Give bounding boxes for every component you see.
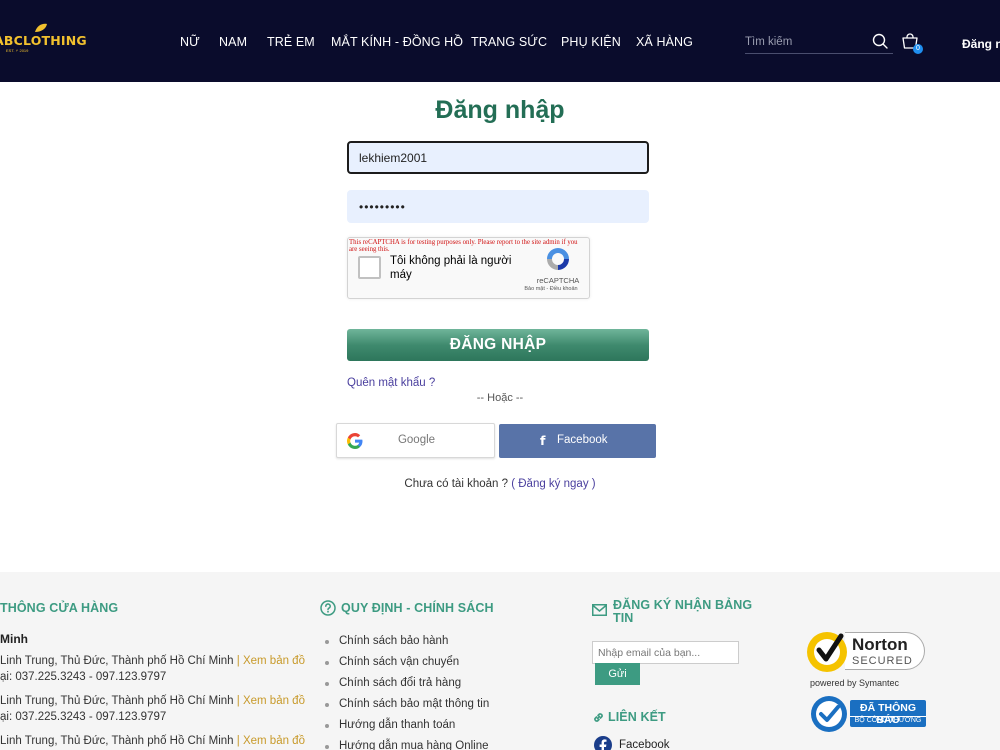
store-info-title: THÔNG CỬA HÀNG	[0, 601, 119, 615]
list-bullet	[325, 682, 329, 686]
store-address: Linh Trung, Thủ Đức, Thành phố Hồ Chí Mi…	[0, 655, 234, 667]
nav-item-nu[interactable]: NỮ	[180, 35, 200, 49]
google-login-label: Google	[397, 434, 436, 446]
norton-secured-text: SECURED	[852, 655, 913, 667]
policy-link-shipping[interactable]: Chính sách vận chuyển	[325, 656, 489, 677]
logo-text: ABCLOTHING	[0, 33, 87, 48]
policy-link-online-order[interactable]: Hướng dẫn mua hàng Online	[325, 740, 489, 750]
register-prompt: Chưa có tài khoản ? ( Đăng ký ngay )	[0, 478, 1000, 490]
envelope-icon	[592, 604, 607, 616]
recaptcha-label: Tôi không phải là người máy	[390, 255, 512, 281]
store-city: Minh	[0, 632, 28, 646]
nav-item-phu-kien[interactable]: PHỤ KIỆN	[561, 35, 621, 49]
facebook-login-button[interactable]: f Facebook	[499, 424, 656, 458]
recaptcha-logo-icon	[547, 248, 569, 270]
recaptcha-widget: This reCAPTCHA is for testing purposes o…	[347, 237, 590, 299]
site-logo[interactable]: ABCLOTHING EST. ⚡ 2019	[0, 23, 94, 62]
norton-name: Norton	[852, 635, 908, 654]
bct-banner: ĐÃ THÔNG BÁO BỘ CÔNG THƯƠNG	[850, 700, 926, 727]
logo-subtext: EST. ⚡ 2019	[6, 48, 29, 53]
nav-item-trang-suc[interactable]: TRANG SỨC	[471, 35, 547, 49]
nav-item-nam[interactable]: NAM	[219, 35, 247, 49]
nav-item-mat-kinh-dong-ho[interactable]: MẮT KÍNH - ĐỒNG HỒ	[331, 35, 463, 49]
norton-powered-by: powered by Symantec	[810, 678, 900, 688]
view-map-link[interactable]: | Xem bản đồ	[237, 695, 305, 707]
list-bullet	[325, 640, 329, 644]
norton-name-box: Norton SECURED	[845, 632, 925, 670]
site-header: ABCLOTHING EST. ⚡ 2019 NỮ NAM TRẺ EM MẮT…	[0, 0, 1000, 82]
newsletter-email-field[interactable]	[592, 641, 739, 664]
nav-item-tre-em[interactable]: TRẺ EM	[267, 35, 315, 49]
bct-sub-text: BỘ CÔNG THƯƠNG	[850, 716, 926, 724]
header-login-link[interactable]: Đăng n	[962, 37, 1000, 51]
cart-count-badge: 0	[913, 44, 923, 54]
policy-title: QUY ĐỊNH - CHÍNH SÁCH	[341, 601, 494, 615]
no-account-text: Chưa có tài khoản ?	[404, 478, 509, 490]
search-bar	[745, 30, 893, 54]
store-address-row: Linh Trung, Thủ Đức, Thành phố Hồ Chí Mi…	[0, 695, 305, 707]
bo-cong-thuong-badge[interactable]: ĐÃ THÔNG BÁO BỘ CÔNG THƯƠNG	[810, 695, 928, 733]
search-input[interactable]	[745, 33, 865, 51]
google-login-button[interactable]: Google	[336, 423, 495, 458]
leaf-icon	[35, 23, 47, 32]
facebook-footer-link[interactable]: Facebook	[619, 739, 670, 750]
site-footer: THÔNG CỬA HÀNG Minh Linh Trung, Thủ Đức,…	[0, 572, 1000, 750]
register-link[interactable]: ( Đăng ký ngay )	[511, 478, 595, 490]
norton-secured-badge[interactable]: Norton SECURED powered by Symantec	[805, 626, 927, 690]
store-phone: ại: 037.225.3243 - 097.123.9797	[0, 671, 167, 683]
view-map-link[interactable]: | Xem bản đồ	[237, 735, 305, 747]
list-bullet	[325, 703, 329, 707]
username-field[interactable]	[347, 141, 649, 174]
store-phone: ại: 037.225.3243 - 097.123.9797	[0, 711, 167, 723]
store-address: Linh Trung, Thủ Đức, Thành phố Hồ Chí Mi…	[0, 695, 234, 707]
newsletter-title: ĐĂNG KÝ NHẬN BẢNG TIN	[613, 598, 753, 625]
certified-check-icon	[811, 696, 847, 732]
recaptcha-brand: reCAPTCHA	[536, 276, 580, 285]
store-address-row: Linh Trung, Thủ Đức, Thành phố Hồ Chí Mi…	[0, 655, 305, 667]
question-circle-icon	[320, 600, 336, 616]
policy-link-warranty[interactable]: Chính sách bảo hành	[325, 635, 489, 656]
list-bullet	[325, 724, 329, 728]
policy-list: Chính sách bảo hành Chính sách vận chuyể…	[325, 635, 489, 750]
policy-link-returns[interactable]: Chính sách đổi trả hàng	[325, 677, 489, 698]
search-icon[interactable]	[872, 33, 888, 49]
recaptcha-checkbox[interactable]	[358, 256, 381, 279]
link-icon	[594, 713, 603, 722]
facebook-icon: f	[540, 433, 546, 448]
or-divider: -- Hoặc --	[476, 392, 524, 404]
login-submit-button[interactable]: ĐĂNG NHẬP	[347, 329, 649, 361]
recaptcha-terms-links[interactable]: Bảo mật - Điều khoản	[514, 286, 588, 292]
list-bullet	[325, 661, 329, 665]
norton-check-icon	[807, 632, 847, 672]
policy-link-privacy[interactable]: Chính sách bảo mật thông tin	[325, 698, 489, 719]
page-title: Đăng nhập	[435, 96, 565, 124]
store-address: Linh Trung, Thủ Đức, Thành phố Hồ Chí Mi…	[0, 735, 234, 747]
view-map-link[interactable]: | Xem bản đồ	[237, 655, 305, 667]
facebook-login-label: Facebook	[557, 434, 608, 446]
facebook-icon[interactable]	[594, 736, 612, 750]
nav-item-xa-hang[interactable]: XÃ HÀNG	[636, 35, 693, 49]
policy-link-payment[interactable]: Hướng dẫn thanh toán	[325, 719, 489, 740]
list-bullet	[325, 745, 329, 749]
links-title: LIÊN KẾT	[608, 710, 666, 724]
newsletter-send-button[interactable]: Gửi	[595, 663, 640, 685]
store-address-row: Linh Trung, Thủ Đức, Thành phố Hồ Chí Mi…	[0, 735, 305, 747]
forgot-password-link[interactable]: Quên mật khẩu ?	[347, 377, 435, 389]
password-field[interactable]	[347, 190, 649, 223]
